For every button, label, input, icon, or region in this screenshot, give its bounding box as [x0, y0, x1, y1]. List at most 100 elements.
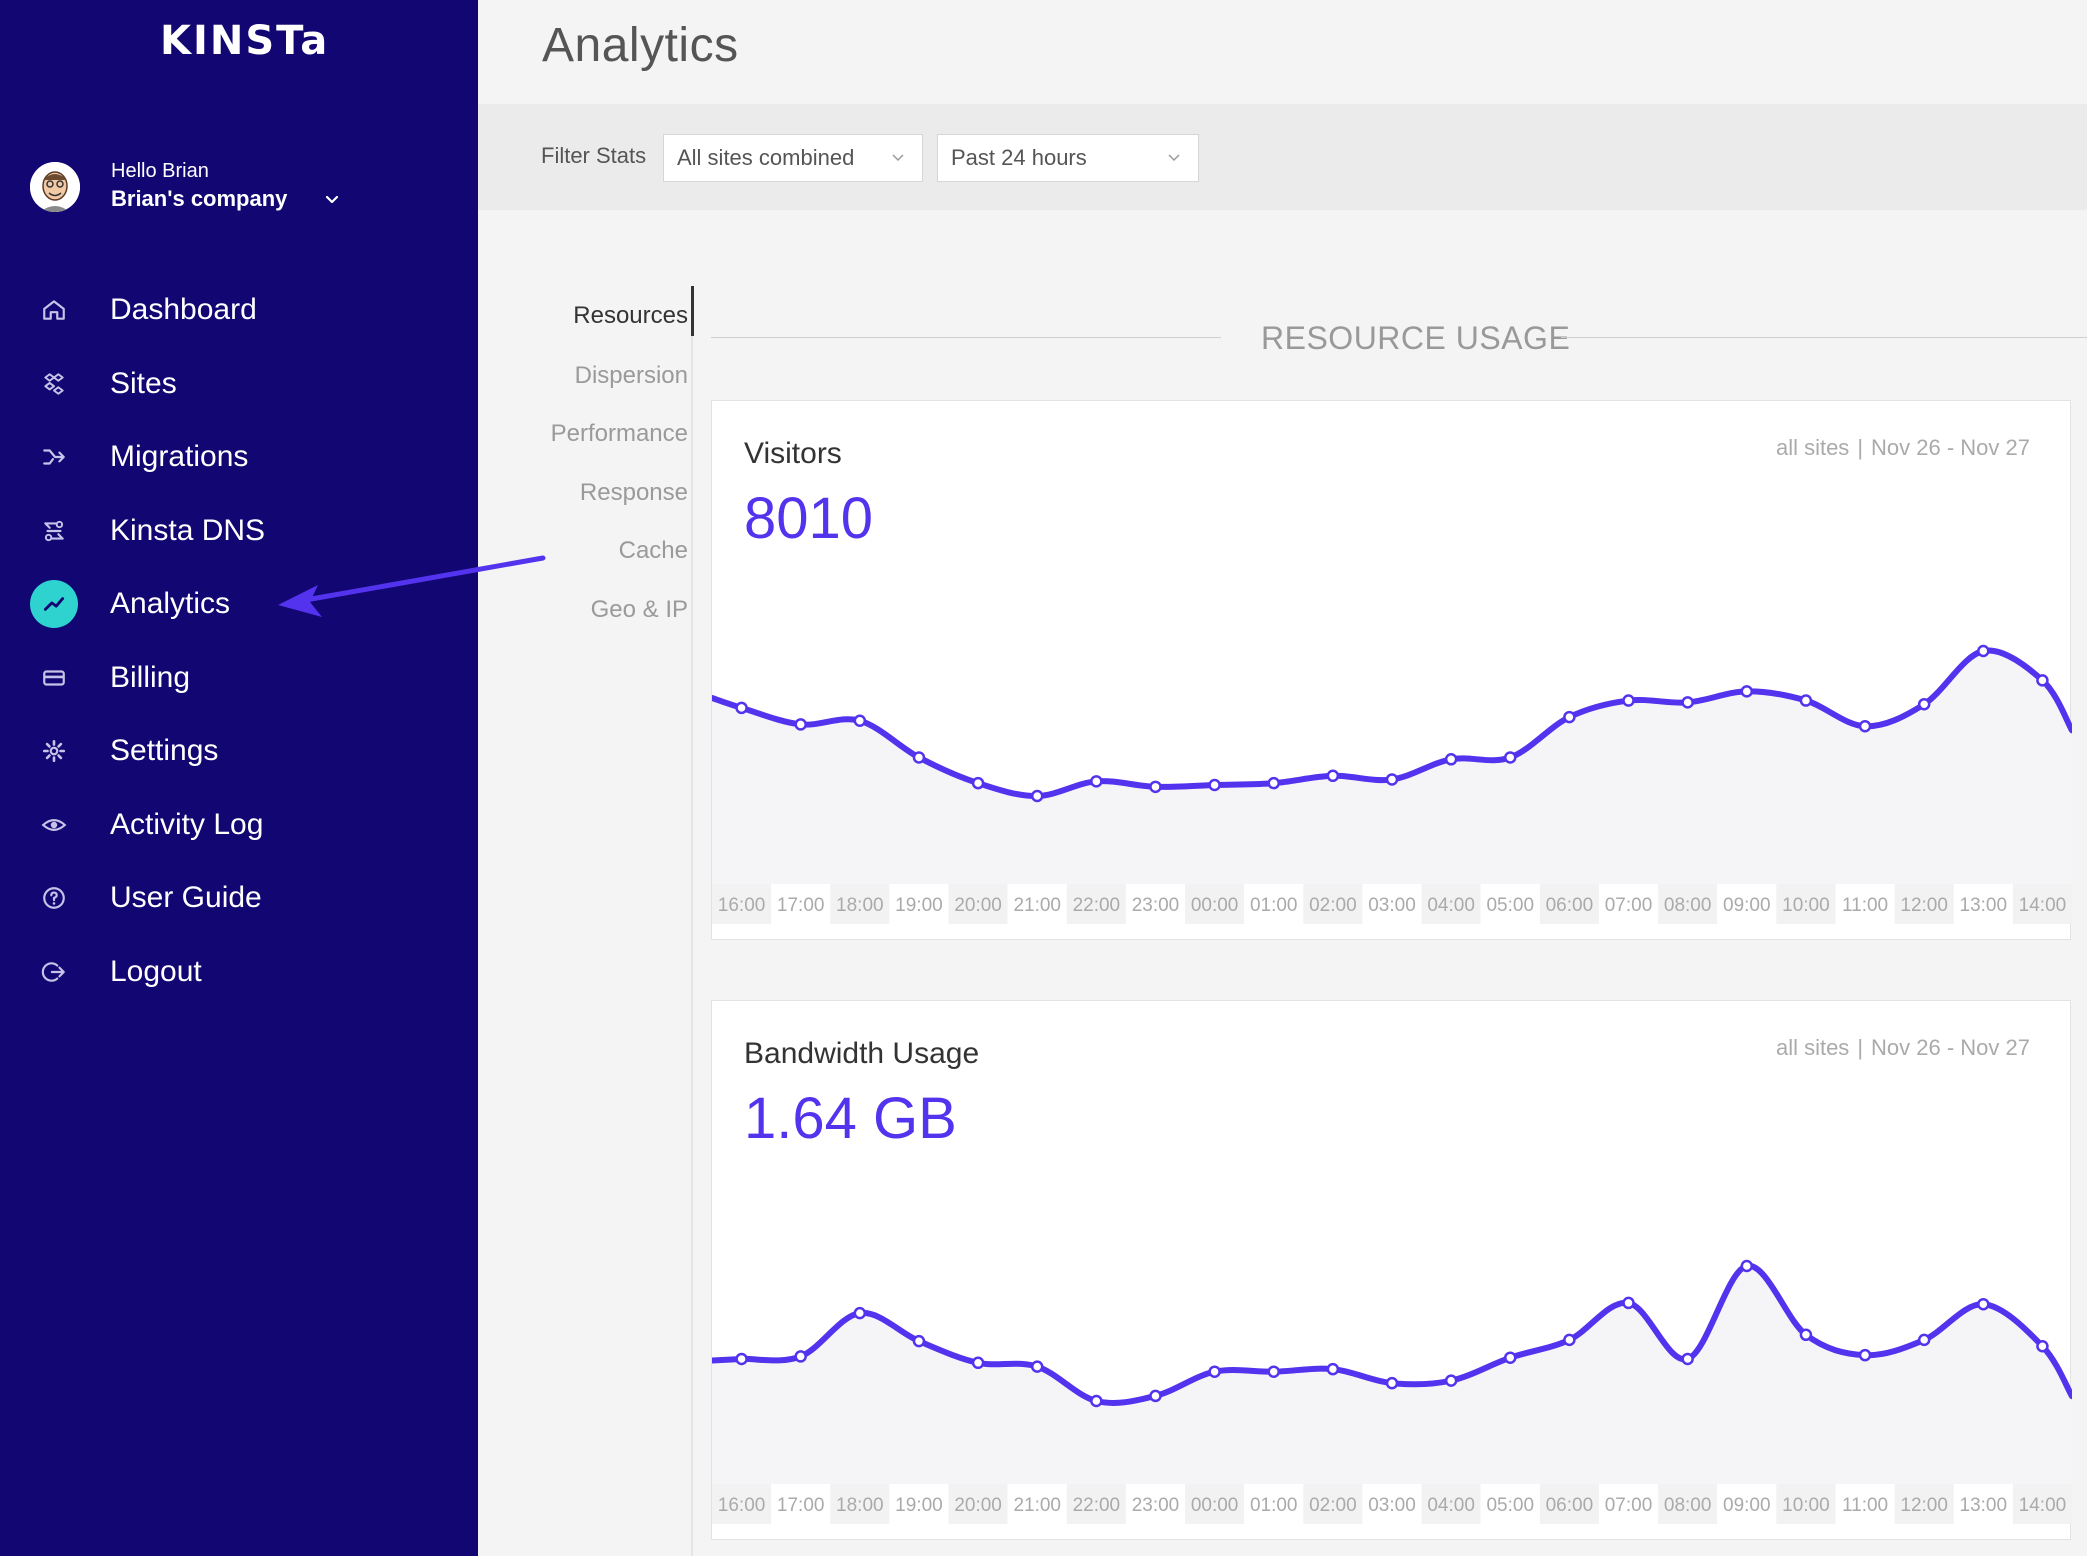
time-range-select[interactable]: Past 24 hours [937, 134, 1199, 182]
x-tick-label: 18:00 [836, 895, 884, 916]
data-point[interactable] [1030, 789, 1044, 803]
sidebar-item-kinsta-dns[interactable]: Kinsta DNS [0, 489, 478, 563]
subnav-cache[interactable]: Cache [619, 537, 688, 565]
sidebar-item-migrations[interactable]: Migrations [0, 415, 478, 489]
x-tick-label: 05:00 [1486, 1495, 1534, 1516]
data-point[interactable] [1563, 1333, 1576, 1347]
data-point[interactable] [853, 714, 867, 727]
data-point[interactable] [1622, 694, 1635, 707]
data-point[interactable] [1799, 694, 1813, 707]
data-point[interactable] [1149, 1389, 1162, 1403]
data-point[interactable] [794, 718, 807, 731]
sidebar-item-activity-log[interactable]: Activity Log [0, 783, 478, 857]
data-point[interactable] [1090, 775, 1103, 788]
section-heading: RESOURCE USAGE [711, 316, 2087, 356]
sidebar-item-label: Settings [110, 734, 219, 767]
company-name: Brian's company [111, 186, 288, 211]
subnav-divider [691, 336, 693, 1556]
data-point[interactable] [1326, 769, 1340, 783]
subnav-performance[interactable]: Performance [551, 420, 688, 448]
subnav-dispersion[interactable]: Dispersion [575, 362, 688, 390]
visitors-card: 16:00 17:00 18:00 19:00 20:00 21:00 22:00 23:00… [711, 400, 2072, 940]
account-switcher[interactable]: Hello Brian Brian's company [30, 160, 360, 230]
data-point[interactable] [1977, 1297, 1990, 1311]
data-point[interactable] [1622, 1296, 1635, 1310]
data-point[interactable] [1090, 1394, 1103, 1408]
avatar [30, 162, 80, 212]
data-point[interactable] [1681, 1352, 1694, 1366]
data-point[interactable] [971, 1356, 985, 1370]
x-tick-label: 13:00 [1960, 895, 2008, 916]
subnav-active-indicator [691, 286, 694, 336]
data-point[interactable] [794, 1350, 807, 1363]
data-point[interactable] [1208, 1365, 1221, 1378]
sidebar-item-label: Logout [110, 954, 202, 988]
x-tick-label: 02:00 [1309, 895, 1357, 916]
x-tick-label: 00:00 [1191, 895, 1239, 916]
sidebar-item-label: Sites [110, 366, 177, 400]
sites-select[interactable]: All sites combined [663, 134, 923, 182]
data-point[interactable] [1504, 1351, 1517, 1364]
x-tick-label: 09:00 [1723, 895, 1771, 916]
card-total: 8010 [744, 486, 874, 551]
data-point[interactable] [1326, 1362, 1340, 1376]
data-point[interactable] [1208, 778, 1221, 792]
data-point[interactable] [1030, 1360, 1044, 1373]
card-meta-scope: all sites [1775, 1035, 1850, 1060]
sidebar-item-billing[interactable]: Billing [0, 636, 478, 710]
card-meta: all sites | Nov 26 - Nov 27 [1776, 1035, 2030, 1061]
data-point[interactable] [912, 1334, 926, 1348]
subnav-geo-ip[interactable]: Geo & IP [591, 596, 688, 624]
data-point[interactable] [1858, 1348, 1872, 1362]
data-point[interactable] [2036, 1339, 2049, 1353]
data-point[interactable] [912, 751, 926, 764]
data-point[interactable] [1563, 710, 1576, 724]
data-point[interactable] [1504, 751, 1517, 764]
sites-select-value: All sites combined [677, 145, 855, 170]
sidebar-item-logout[interactable]: Logout [0, 930, 478, 1004]
meta-separator: | [1857, 435, 1864, 460]
sidebar-item-dashboard[interactable]: Dashboard [0, 268, 478, 342]
data-point[interactable] [1385, 1376, 1399, 1390]
x-tick-label: 11:00 [1842, 1495, 1888, 1516]
data-point[interactable] [1858, 720, 1872, 733]
data-point[interactable] [1267, 1365, 1280, 1378]
x-tick-label: 07:00 [1605, 895, 1653, 916]
data-point[interactable] [1799, 1328, 1813, 1342]
data-point[interactable] [1385, 773, 1399, 786]
data-point[interactable] [1681, 696, 1694, 709]
x-tick-label: 00:00 [1191, 1495, 1239, 1516]
data-point[interactable] [1267, 776, 1280, 790]
x-tick-label: 16:00 [718, 895, 766, 916]
analytics-icon [30, 580, 78, 628]
sidebar-item-sites[interactable]: Sites [0, 342, 478, 416]
sidebar-item-label: Migrations [110, 440, 249, 473]
data-point[interactable] [735, 1352, 748, 1366]
chevron-down-icon [1168, 154, 1180, 162]
logout-icon [30, 948, 78, 996]
data-point[interactable] [1444, 1374, 1458, 1387]
x-tick-label: 11:00 [1842, 895, 1888, 916]
data-point[interactable] [971, 776, 985, 790]
home-icon [30, 286, 78, 334]
data-point[interactable] [735, 701, 748, 715]
data-point[interactable] [1740, 1259, 1754, 1273]
data-point[interactable] [1149, 780, 1162, 794]
x-tick-label: 13:00 [1960, 1495, 2008, 1516]
sidebar-item-analytics[interactable]: Analytics [0, 562, 478, 636]
kinsta-logo[interactable]: KINSTa [160, 18, 329, 64]
data-point[interactable] [1740, 685, 1754, 698]
data-point[interactable] [1444, 753, 1458, 766]
x-tick-label: 18:00 [836, 1495, 884, 1516]
data-point[interactable] [853, 1306, 867, 1320]
data-point[interactable] [2036, 674, 2049, 687]
greeting: Hello Brian [111, 160, 209, 182]
data-point[interactable] [1917, 697, 1931, 711]
data-point[interactable] [1917, 1333, 1931, 1347]
subnav-resources[interactable]: Resources [573, 302, 688, 330]
data-point[interactable] [1977, 644, 1990, 658]
subnav-response[interactable]: Response [580, 479, 688, 507]
sidebar-item-user-guide[interactable]: User Guide [0, 856, 478, 930]
chevron-down-icon[interactable] [322, 190, 342, 210]
sidebar-item-settings[interactable]: Settings [0, 709, 478, 783]
